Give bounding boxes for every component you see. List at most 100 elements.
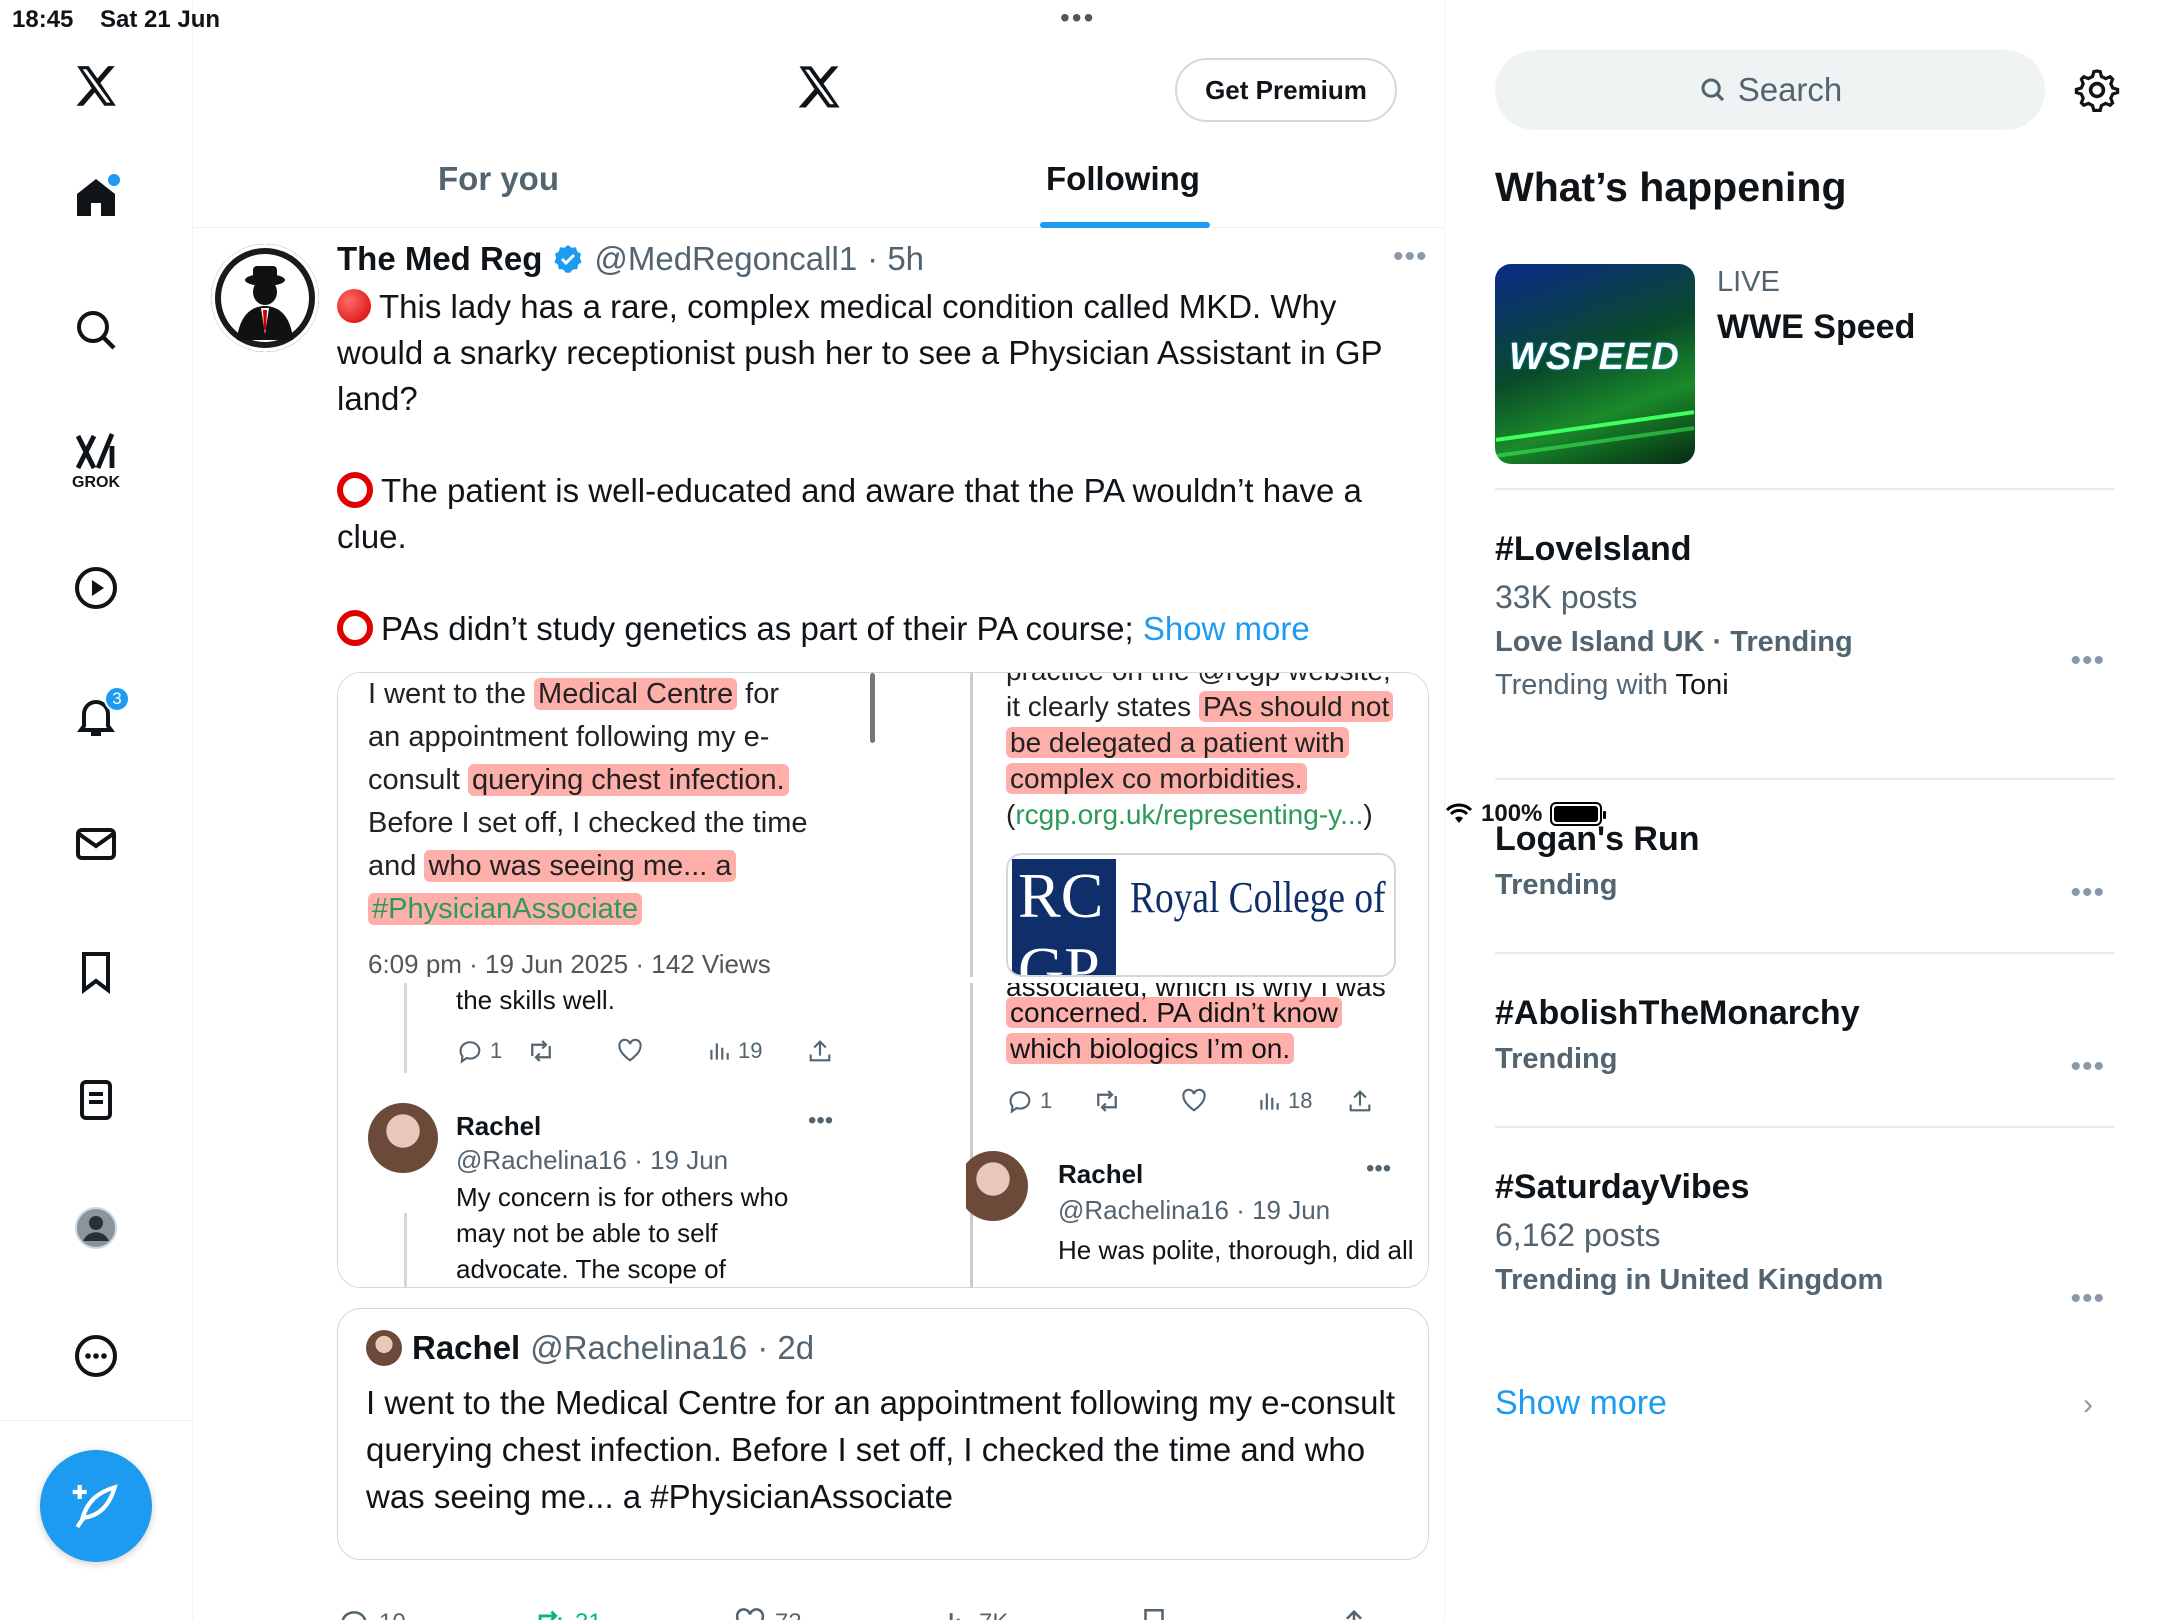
q2-line-4: (rcgp.org.uk/representing-y...)	[1006, 797, 1426, 833]
battery-percent: 100%	[1481, 800, 1543, 827]
q2-text: (	[1006, 799, 1016, 830]
media-image-2[interactable]: practice on the @rcgp website, it clearl…	[966, 673, 1428, 977]
views-button[interactable]: 7K	[937, 1606, 1008, 1620]
bookmark-button[interactable]	[1137, 1606, 1171, 1620]
q3-body-line: advocate. The scope of	[456, 1254, 726, 1284]
heart-icon	[618, 1038, 642, 1062]
grok-icon[interactable]: GROK	[72, 428, 120, 492]
hashtag-highlight: #PhysicianAssociate	[368, 893, 642, 925]
q4-reply-count: 1	[1040, 1088, 1053, 1113]
quoted-author-handle: @Rachelina16	[530, 1329, 748, 1366]
q2-text: )	[1363, 799, 1373, 830]
q4-view-count: 18	[1288, 1088, 1313, 1113]
reply-icon	[459, 1040, 481, 1064]
lists-icon[interactable]	[72, 1076, 120, 1124]
quoted-post-text: I went to the Medical Centre for an appo…	[366, 1384, 1396, 1515]
x-header-logo-icon[interactable]	[793, 62, 845, 119]
profile-icon[interactable]	[72, 1204, 120, 1252]
tab-following[interactable]: Following	[1046, 160, 1200, 198]
q1-scrollbar	[870, 673, 875, 743]
q2-top-cut: practice on the @rcgp website,	[1006, 673, 1426, 689]
q3-repost	[526, 1036, 616, 1066]
highlight: querying chest infection.	[467, 764, 789, 796]
repost-icon	[538, 1610, 562, 1620]
avatar[interactable]	[211, 244, 319, 352]
q3-more-icon: •••	[808, 1107, 834, 1134]
q3-reply: 1	[456, 1029, 526, 1072]
mail-icon[interactable]	[72, 820, 120, 868]
q4-handle: @Rachelina16	[1058, 1195, 1229, 1225]
x-logo-icon[interactable]	[71, 62, 121, 112]
q3-actions: 1 19	[456, 1029, 834, 1072]
quoted-post-time: · 2d	[757, 1329, 815, 1366]
bookmark-icon	[1144, 1608, 1164, 1620]
q1-line-3: consult querying chest infection.	[368, 759, 928, 802]
thread-line	[970, 983, 973, 1287]
repost-count: 31	[575, 1609, 602, 1620]
show-more-link[interactable]: Show more	[1143, 610, 1310, 647]
media-image-4[interactable]: associated, which is why I was concerned…	[966, 983, 1428, 1287]
main-timeline: Get Premium For you Following The Med Re…	[193, 0, 1445, 1620]
q2-text: it clearly states	[1006, 691, 1199, 722]
q4-meta: @Rachelina16 · 19 Jun	[1058, 1189, 1330, 1232]
video-icon[interactable]	[72, 564, 120, 612]
q1-text: consult	[368, 764, 468, 796]
notifications-badge: 3	[104, 686, 130, 712]
repost-icon	[531, 1039, 551, 1062]
q1-text: and	[368, 850, 425, 882]
author-name[interactable]: The Med Reg	[337, 240, 542, 278]
like-button[interactable]: 73	[733, 1606, 802, 1620]
bell-icon[interactable]: 3	[72, 686, 130, 740]
post-media-grid[interactable]: I went to the Medical Centre for an appo…	[337, 672, 1429, 1288]
grok-label: GROK	[72, 474, 120, 491]
reply-button[interactable]: 10	[337, 1606, 406, 1620]
media-image-1[interactable]: I went to the Medical Centre for an appo…	[338, 673, 958, 977]
compose-button[interactable]	[40, 1450, 152, 1562]
q4-more-icon: •••	[1366, 1155, 1392, 1182]
get-premium-button[interactable]: Get Premium	[1175, 58, 1397, 122]
media-image-3[interactable]: the skills well. 1 19 Rachel ••• @Rachel…	[338, 983, 958, 1287]
repost-button[interactable]: 31	[533, 1606, 602, 1620]
author-handle[interactable]: @MedRegoncall1	[594, 240, 857, 278]
more-icon[interactable]	[72, 1332, 120, 1380]
like-count: 73	[775, 1609, 802, 1620]
highlight: be delegated a patient with	[1006, 727, 1349, 758]
q4-views: 18	[1256, 1079, 1346, 1122]
q4-date: · 19 Jun	[1236, 1195, 1331, 1225]
quoted-avatar	[366, 1330, 402, 1366]
post-text: This lady has a rare, complex medical co…	[337, 284, 1427, 652]
post-more-icon[interactable]: •••	[1393, 240, 1428, 274]
q2-line-1: it clearly states PAs should not	[1006, 689, 1426, 725]
q4-actions: 1 18	[1006, 1079, 1374, 1122]
verified-badge-icon	[554, 245, 582, 273]
q3-body: My concern is for others who may not be …	[456, 1179, 788, 1287]
multitasking-dots-icon[interactable]: •••	[1060, 2, 1095, 34]
post-header: The Med Reg @MedRegoncall1 · 5h	[337, 240, 924, 278]
hollow-red-circle-emoji-icon	[337, 610, 373, 646]
quoted-author-name: Rachel	[412, 1329, 521, 1366]
reply-icon	[1009, 1090, 1031, 1114]
q3-body-line: may not be able to self	[456, 1218, 718, 1248]
rachel-avatar	[966, 1151, 1028, 1221]
highlight: concerned. PA didn’t know	[1006, 997, 1342, 1028]
tab-for-you[interactable]: For you	[438, 160, 559, 198]
post-time[interactable]: · 5h	[867, 240, 924, 278]
q2-text-block: practice on the @rcgp website, it clearl…	[1006, 673, 1426, 833]
battery-icon	[1550, 802, 1607, 826]
quoted-post[interactable]: Rachel @Rachelina16 · 2d I went to the M…	[337, 1308, 1429, 1560]
post-paragraph-2: The patient is well-educated and aware t…	[337, 472, 1362, 555]
search-nav-icon[interactable]	[72, 306, 120, 354]
q1-text: for	[737, 678, 779, 710]
q2-text: practice on the @rcgp website,	[1006, 673, 1391, 686]
home-icon[interactable]	[72, 174, 120, 222]
rcgp-logo-text: Royal College of General Practitioners	[1130, 873, 1394, 922]
highlight: Medical Centre	[534, 678, 738, 710]
rachel-avatar	[368, 1103, 438, 1173]
bookmark-icon[interactable]	[72, 948, 120, 996]
post-actions: 10 31 73 7K	[337, 1606, 1429, 1620]
heart-icon	[1182, 1088, 1206, 1112]
highlight: which biologics I’m on.	[1006, 1033, 1295, 1064]
q3-meta: @Rachelina16 · 19 Jun	[456, 1139, 728, 1182]
share-button[interactable]	[1337, 1606, 1371, 1620]
q2-line-3: complex co morbidities.	[1006, 761, 1426, 797]
